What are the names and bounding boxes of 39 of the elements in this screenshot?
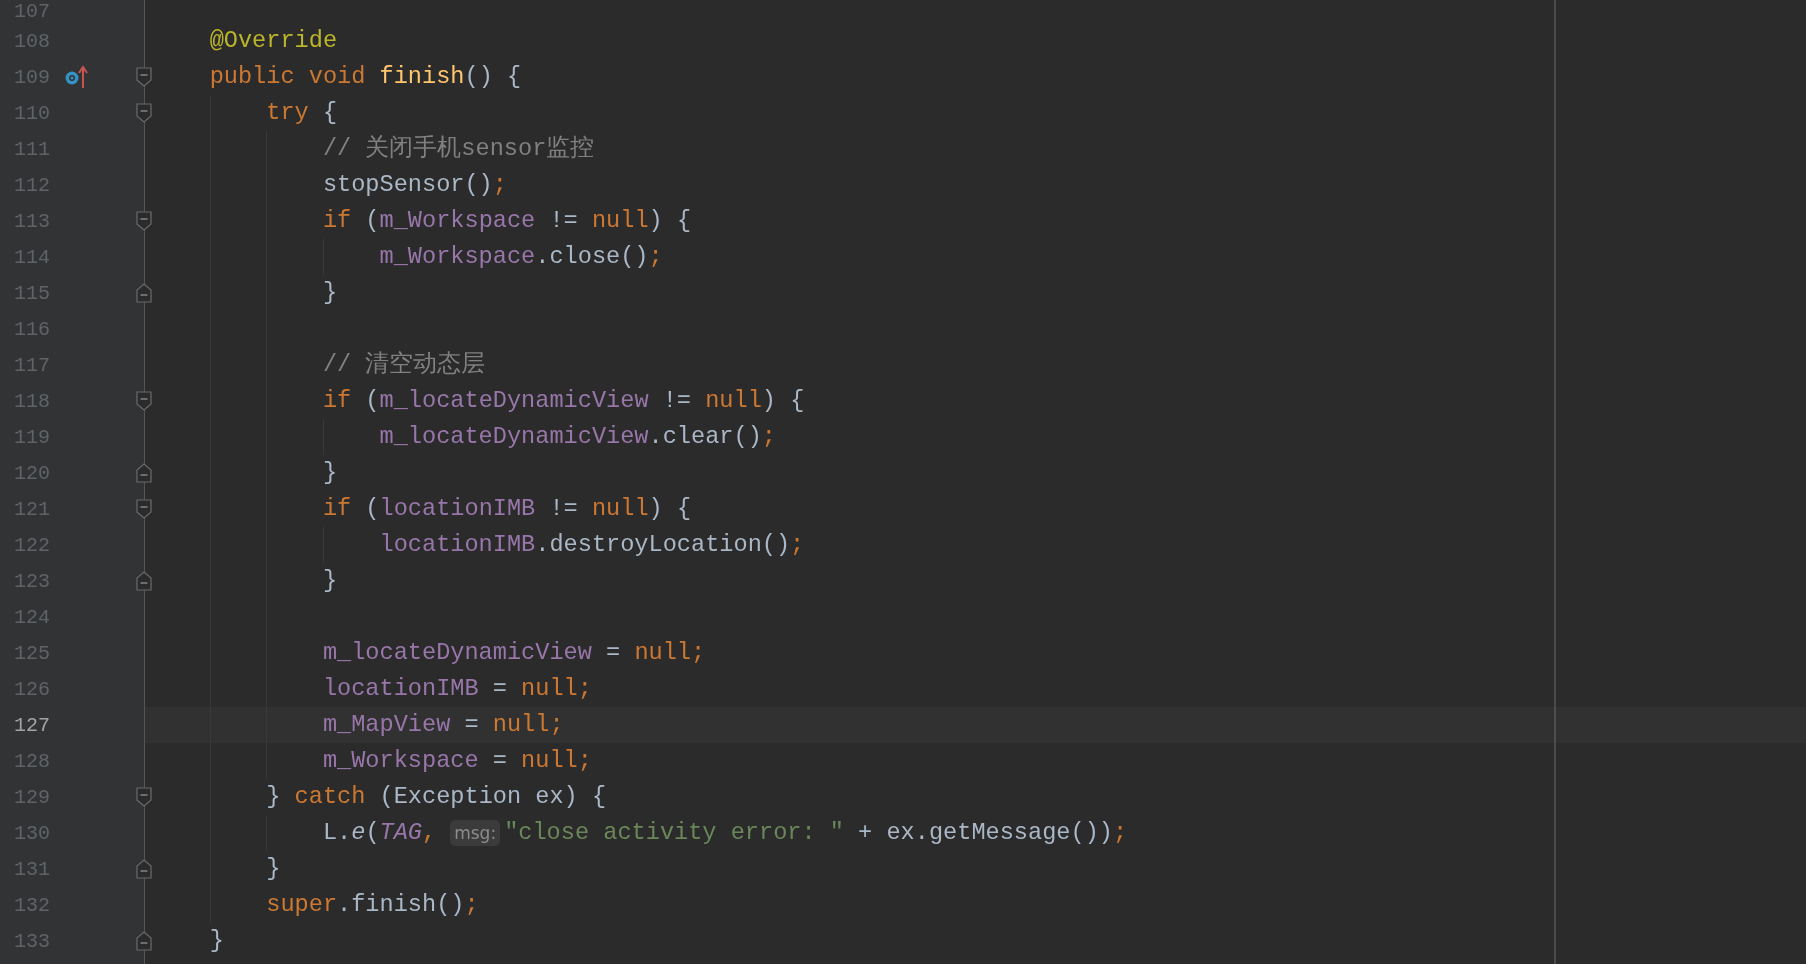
code-line: } catch (Exception ex) {	[266, 782, 607, 812]
fold-icon[interactable]	[136, 67, 152, 87]
fold-icon[interactable]	[136, 211, 152, 231]
code-line: m_Workspace = null;	[322, 746, 592, 776]
code-line: locationIMB = null;	[322, 674, 592, 704]
code-line: // 清空动态层	[322, 350, 486, 380]
fold-icon[interactable]	[136, 859, 152, 879]
code-line: m_locateDynamicView = null;	[322, 638, 706, 668]
line-number: 127	[13, 713, 50, 737]
code-line: public void finish() {	[209, 62, 522, 92]
code-line: locationIMB.destroyLocation();	[379, 530, 805, 560]
code-line: }	[322, 278, 338, 308]
fold-icon[interactable]	[136, 571, 152, 591]
fold-icon[interactable]	[136, 283, 152, 303]
fold-icon[interactable]	[136, 463, 152, 483]
code-line: // 关闭手机sensor监控	[322, 134, 595, 164]
fold-icon[interactable]	[136, 391, 152, 411]
fold-icon[interactable]	[136, 103, 152, 123]
fold-icon[interactable]	[136, 787, 152, 807]
code-line: }	[322, 566, 338, 596]
code-line: if (m_Workspace != null) {	[322, 206, 692, 236]
fold-icon[interactable]	[136, 931, 152, 951]
code-line: L.e(TAG,	[322, 818, 437, 848]
code-line: try {	[266, 98, 338, 128]
parameter-hint: msg:	[450, 820, 501, 846]
code-line: m_MapView = null;	[322, 710, 564, 740]
code-line: super.finish();	[266, 890, 479, 920]
code-line: }	[322, 458, 338, 488]
code-line: "close activity error: " + ex.getMessage());	[504, 818, 1128, 848]
fold-icon[interactable]	[136, 499, 152, 519]
code-line: m_Workspace.close();	[379, 242, 663, 272]
code-line: stopSensor();	[322, 170, 507, 200]
circle-arrow-icon[interactable]	[64, 65, 90, 89]
code-line: }	[209, 926, 224, 956]
code-line: if (m_locateDynamicView != null) {	[322, 386, 805, 416]
code-line: if (locationIMB != null) {	[322, 494, 692, 524]
code-line: m_locateDynamicView.clear();	[379, 422, 776, 452]
code-line: }	[266, 854, 281, 884]
code-line: @Override	[209, 26, 338, 56]
